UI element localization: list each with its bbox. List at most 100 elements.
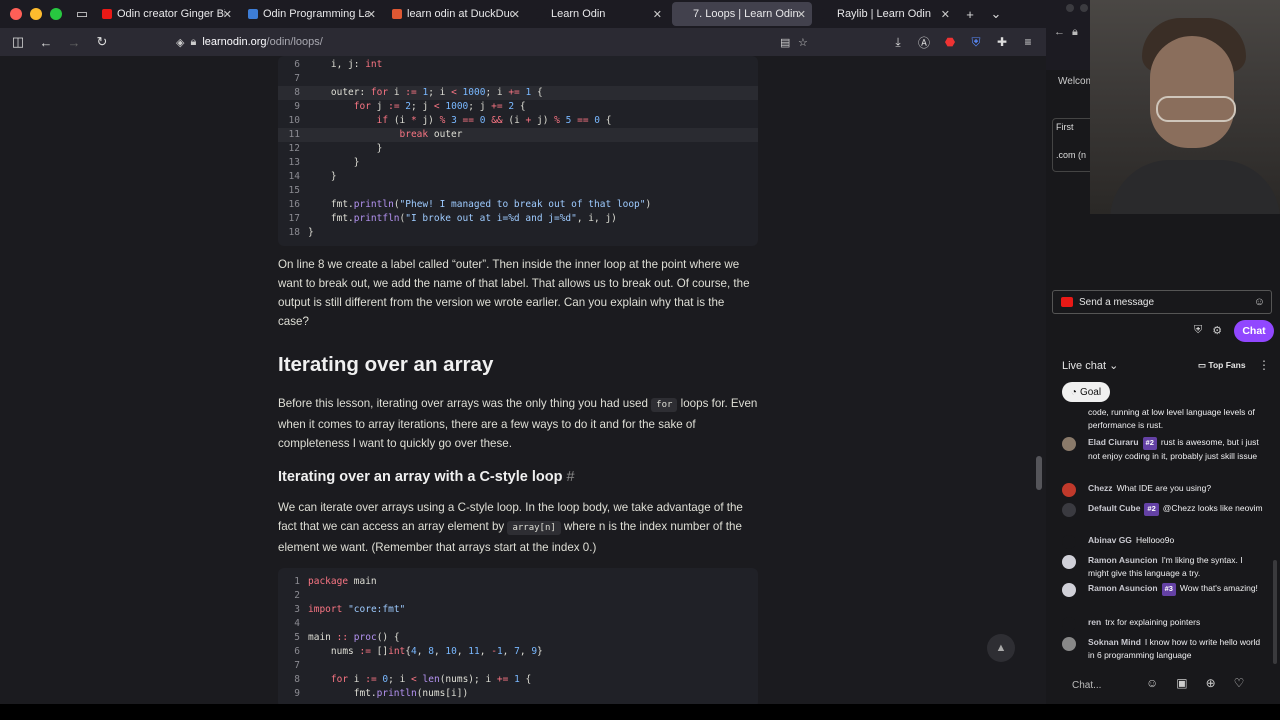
tab-close-icon[interactable]: ✕ xyxy=(653,8,662,21)
promo-card-url: .com (n xyxy=(1056,150,1087,160)
menu-icon[interactable]: ≡ xyxy=(1018,32,1038,52)
tab-close-icon[interactable]: ✕ xyxy=(797,8,806,21)
chat-scrollbar[interactable] xyxy=(1273,560,1277,664)
browser-tab[interactable]: Odin Programming Language✕ xyxy=(242,2,382,26)
account-icon[interactable]: Ⓐ xyxy=(914,32,934,52)
forward-button[interactable]: → xyxy=(62,32,86,52)
chat-avatar[interactable] xyxy=(1062,535,1076,549)
tab-close-icon[interactable]: ✕ xyxy=(511,8,520,21)
extensions-icon[interactable]: ✚ xyxy=(992,32,1012,52)
code-line: 12 } xyxy=(278,142,758,156)
tab-close-icon[interactable]: ✕ xyxy=(223,8,232,21)
back-arrow-icon[interactable]: ← xyxy=(1054,26,1065,38)
chat-username[interactable]: Ramon Asuncion xyxy=(1088,555,1158,565)
tab-favicon-icon xyxy=(102,9,112,19)
line-number: 16 xyxy=(288,199,300,210)
chat-avatar[interactable] xyxy=(1062,637,1076,651)
heart-icon[interactable]: ♡ xyxy=(1234,676,1245,690)
code-text: fmt.println(nums[i]) xyxy=(308,688,469,699)
tab-close-icon[interactable]: ✕ xyxy=(941,8,950,21)
heading-anchor-link[interactable]: # xyxy=(566,469,574,485)
scroll-to-top-button[interactable]: ▲ xyxy=(987,634,1015,662)
bookmark-star-icon[interactable]: ☆ xyxy=(798,36,808,49)
chat-username[interactable]: Elad Ciuraru xyxy=(1088,437,1139,447)
mod-shield-icon[interactable]: ⛨ xyxy=(1194,324,1202,337)
live-chat-dropdown[interactable]: Live chat ⌄ xyxy=(1062,359,1118,372)
reload-button[interactable]: ↻ xyxy=(90,32,114,52)
goal-chip[interactable]: ◔ Goal xyxy=(1062,382,1110,402)
trophy-icon: ▭ xyxy=(1198,360,1207,370)
adblock-icon[interactable]: ⬣ xyxy=(940,32,960,52)
chat-message-text: trx for explaining pointers xyxy=(1105,617,1201,627)
minimize-window-button[interactable] xyxy=(30,8,42,20)
sidebar-toggle-icon[interactable]: ◫ xyxy=(6,32,30,52)
emoji-icon[interactable]: ☺ xyxy=(1146,676,1158,690)
shield-icon[interactable]: ◈ xyxy=(176,36,184,49)
chevron-down-icon: ⌄ xyxy=(1109,360,1119,372)
code-line: 1 package main xyxy=(278,575,758,589)
code-block-cstyle-loop: 1 package main 2 3 import "core:fmt" 4 5 main :… xyxy=(278,568,758,704)
tab-close-icon[interactable]: ✕ xyxy=(367,8,376,21)
chat-message: Soknan Mind I know how to write hello wor… xyxy=(1088,636,1264,661)
settings-gear-icon[interactable]: ⚙ xyxy=(1212,324,1222,337)
chat-message-list: code, running at low level language leve… xyxy=(1046,406,1272,664)
browser-tab[interactable]: 7. Loops | Learn Odin ✕ xyxy=(672,2,812,26)
code-line: 13 } xyxy=(278,156,758,170)
send-message-input[interactable]: Send a message ☺ xyxy=(1052,290,1272,314)
line-number: 9 xyxy=(294,688,300,699)
line-number: 11 xyxy=(288,129,300,140)
address-bar[interactable]: ◈ 🔒︎ learnodin.org/odin/loops/ ▤ ☆ xyxy=(176,32,816,52)
code-line: 14 } xyxy=(278,170,758,184)
lock-icon: 🔒︎ xyxy=(190,35,197,48)
chat-username[interactable]: Default Cube xyxy=(1088,503,1140,513)
chat-avatar[interactable] xyxy=(1062,555,1076,569)
browser-tab[interactable]: Learn Odin ✕ xyxy=(530,2,668,26)
chat-username[interactable]: Chezz xyxy=(1088,483,1113,493)
code-line: 8 outer: for i := 1; i < 1000; i += 1 { xyxy=(278,86,758,100)
downloads-icon[interactable]: ⤓ xyxy=(888,32,908,52)
chat-avatar[interactable] xyxy=(1062,503,1076,517)
close-window-button[interactable] xyxy=(10,8,22,20)
line-number: 7 xyxy=(294,73,300,84)
code-text: } xyxy=(308,171,337,182)
chat-tools: ⛨ ⚙ xyxy=(1194,324,1222,337)
chat-button[interactable]: Chat xyxy=(1234,320,1274,342)
gift-icon[interactable]: ▣ xyxy=(1176,676,1187,690)
tab-list-chevron-icon[interactable]: ⌄ xyxy=(986,4,1006,24)
chat-avatar[interactable] xyxy=(1062,483,1076,497)
code-text: } xyxy=(308,157,360,168)
more-options-icon[interactable]: ⋮ xyxy=(1258,358,1270,372)
chat-avatar[interactable] xyxy=(1062,437,1076,451)
code-block-labeled-break: 6 i, j: int 7 8 outer: for i := 1; i < 100… xyxy=(278,56,758,246)
page-scrollbar[interactable] xyxy=(1036,456,1042,490)
promo-card-title: First xyxy=(1056,122,1074,132)
chat-avatar[interactable] xyxy=(1062,583,1076,597)
top-fans-button[interactable]: ▭ Top Fans xyxy=(1198,360,1246,371)
chat-avatar[interactable] xyxy=(1062,617,1076,631)
code-line: 7 xyxy=(278,72,758,86)
add-icon[interactable]: ⊕ xyxy=(1206,676,1216,690)
chat-username[interactable]: Soknan Mind xyxy=(1088,637,1141,647)
subsection-heading-text: Iterating over an array with a C-style l… xyxy=(278,469,563,485)
code-line: 17 fmt.printfln("I broke out at i=%d and… xyxy=(278,212,758,226)
chat-username[interactable]: ren xyxy=(1088,617,1101,627)
bitwarden-icon[interactable]: ⛨ xyxy=(966,32,986,52)
tab-overview-icon[interactable]: ▭ xyxy=(72,4,92,24)
chat-message-text: What IDE are you using? xyxy=(1116,483,1212,493)
browser-tab[interactable]: Raylib | Learn Odin ✕ xyxy=(816,2,956,26)
chat-username[interactable]: Abinav GG xyxy=(1088,535,1132,545)
browser-tab[interactable]: learn odin at DuckDuckGo✕ xyxy=(386,2,526,26)
chat-message: Default Cube #2 @Chezz looks like neovim xyxy=(1088,502,1264,516)
promo-card[interactable]: First .com (n xyxy=(1052,118,1094,172)
zoom-window-button[interactable] xyxy=(50,8,62,20)
tab-label: Odin Programming Language xyxy=(263,8,369,20)
paragraph-label-explanation: On line 8 we create a label called “oute… xyxy=(278,258,750,328)
browser-tab[interactable]: Odin creator Ginger Bill on hi✕ xyxy=(96,2,238,26)
emoji-icon[interactable]: ☺ xyxy=(1254,296,1265,308)
reader-view-icon[interactable]: ▤ xyxy=(780,36,790,49)
top-fans-label: Top Fans xyxy=(1208,360,1246,370)
code-line: 10 if (i * j) % 3 == 0 && (i + j) % 5 ==… xyxy=(278,114,758,128)
chat-username[interactable]: Ramon Asuncion xyxy=(1088,583,1158,593)
back-button[interactable]: ← xyxy=(34,32,58,52)
new-tab-icon[interactable]: + xyxy=(960,4,980,24)
